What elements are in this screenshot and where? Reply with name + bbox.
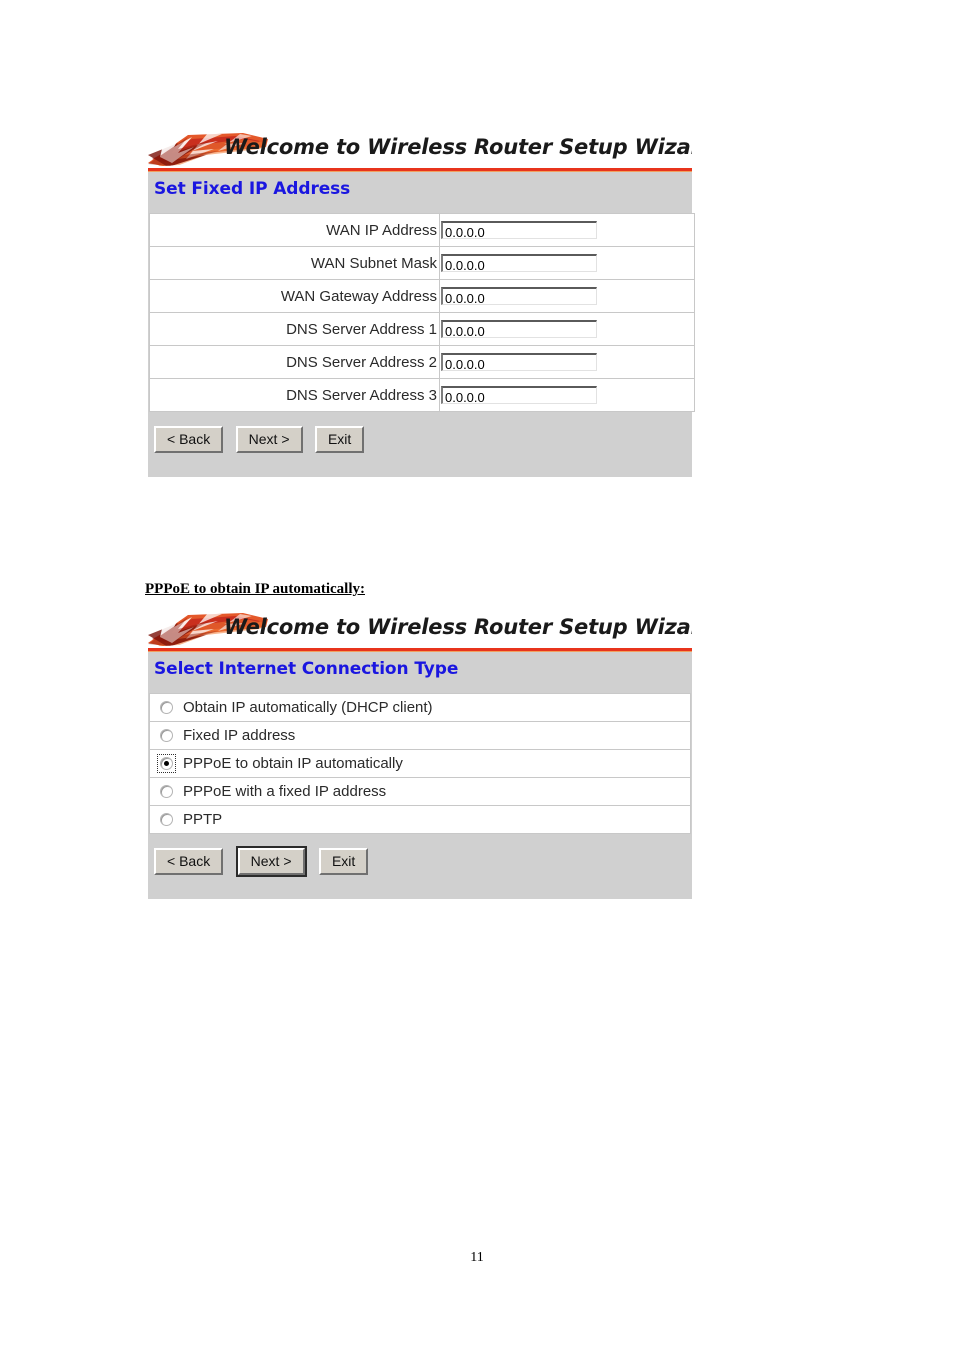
option-label: PPPoE to obtain IP automatically xyxy=(183,755,403,772)
radio-button-pptp[interactable] xyxy=(160,813,173,826)
field-label: WAN Subnet Mask xyxy=(149,246,440,280)
connection-type-options-table: Obtain IP automatically (DHCP client) Fi… xyxy=(149,693,691,834)
wan-subnet-mask-input[interactable]: 0.0.0.0 xyxy=(441,254,597,273)
table-row: WAN IP Address 0.0.0.0 xyxy=(149,213,695,247)
table-row: WAN Subnet Mask 0.0.0.0 xyxy=(149,246,695,280)
exit-button[interactable]: Exit xyxy=(318,848,369,875)
radio-button-pppoe-with-fixed-ip-address[interactable] xyxy=(160,785,173,798)
list-item[interactable]: Fixed IP address xyxy=(149,721,691,750)
option-label: PPTP xyxy=(183,811,223,828)
table-row: WAN Gateway Address 0.0.0.0 xyxy=(149,279,695,313)
field-label: WAN IP Address xyxy=(149,213,440,247)
next-button[interactable]: Next > xyxy=(235,846,307,877)
dns-server-address-1-input[interactable]: 0.0.0.0 xyxy=(441,320,597,339)
section-caption: PPPoE to obtain IP automatically: xyxy=(145,581,365,597)
fixed-ip-form-table: WAN IP Address 0.0.0.0 WAN Subnet Mask 0… xyxy=(149,213,695,412)
radio-wrapper[interactable] xyxy=(157,810,176,829)
list-item[interactable]: PPPoE to obtain IP automatically xyxy=(149,749,691,778)
panel-footer: < Back Next > Exit xyxy=(148,834,692,899)
list-item[interactable]: PPPoE with a fixed IP address xyxy=(149,777,691,806)
table-row: DNS Server Address 2 0.0.0.0 xyxy=(149,345,695,379)
wan-gateway-address-input[interactable]: 0.0.0.0 xyxy=(441,287,597,306)
field-label: DNS Server Address 3 xyxy=(149,378,440,412)
exit-button[interactable]: Exit xyxy=(314,426,365,453)
option-label: PPPoE with a fixed IP address xyxy=(183,783,387,800)
wan-ip-address-input[interactable]: 0.0.0.0 xyxy=(441,221,597,240)
wizard-panel-connection-type: Welcome to Wireless Router Setup Wizard … xyxy=(148,613,692,899)
list-item[interactable]: PPTP xyxy=(149,805,691,834)
back-button[interactable]: < Back xyxy=(154,426,224,453)
page-title: Set Fixed IP Address xyxy=(154,179,351,199)
wizard-banner: Welcome to Wireless Router Setup Wizard xyxy=(148,133,692,168)
field-label: WAN Gateway Address xyxy=(149,279,440,313)
field-label: DNS Server Address 2 xyxy=(149,345,440,379)
table-row: DNS Server Address 3 0.0.0.0 xyxy=(149,378,695,412)
list-item[interactable]: Obtain IP automatically (DHCP client) xyxy=(149,693,691,722)
table-row: DNS Server Address 1 0.0.0.0 xyxy=(149,312,695,346)
dns-server-address-3-input[interactable]: 0.0.0.0 xyxy=(441,386,597,405)
banner-title: Welcome to Wireless Router Setup Wizard xyxy=(224,135,692,159)
dns-server-address-2-input[interactable]: 0.0.0.0 xyxy=(441,353,597,372)
radio-wrapper-focused[interactable] xyxy=(157,754,176,773)
radio-button-obtain-ip-automatically[interactable] xyxy=(160,701,173,714)
back-button[interactable]: < Back xyxy=(154,848,224,875)
panel-heading-bar: Set Fixed IP Address xyxy=(148,172,692,213)
option-label: Fixed IP address xyxy=(183,727,296,744)
banner-title: Welcome to Wireless Router Setup Wizard xyxy=(224,615,692,639)
panel-footer: < Back Next > Exit xyxy=(148,412,692,477)
radio-button-fixed-ip-address[interactable] xyxy=(160,729,173,742)
panel-heading-bar: Select Internet Connection Type xyxy=(148,652,692,693)
radio-wrapper[interactable] xyxy=(157,726,176,745)
field-label: DNS Server Address 1 xyxy=(149,312,440,346)
page-number: 11 xyxy=(470,1250,484,1265)
radio-button-pppoe-obtain-ip-automatically[interactable] xyxy=(160,757,173,770)
option-label: Obtain IP automatically (DHCP client) xyxy=(183,699,433,716)
radio-wrapper[interactable] xyxy=(157,782,176,801)
page-title: Select Internet Connection Type xyxy=(154,659,459,679)
radio-wrapper[interactable] xyxy=(157,698,176,717)
wizard-panel-set-fixed-ip: Welcome to Wireless Router Setup Wizard … xyxy=(148,133,695,477)
next-button[interactable]: Next > xyxy=(235,426,303,453)
wizard-banner: Welcome to Wireless Router Setup Wizard xyxy=(148,613,692,648)
